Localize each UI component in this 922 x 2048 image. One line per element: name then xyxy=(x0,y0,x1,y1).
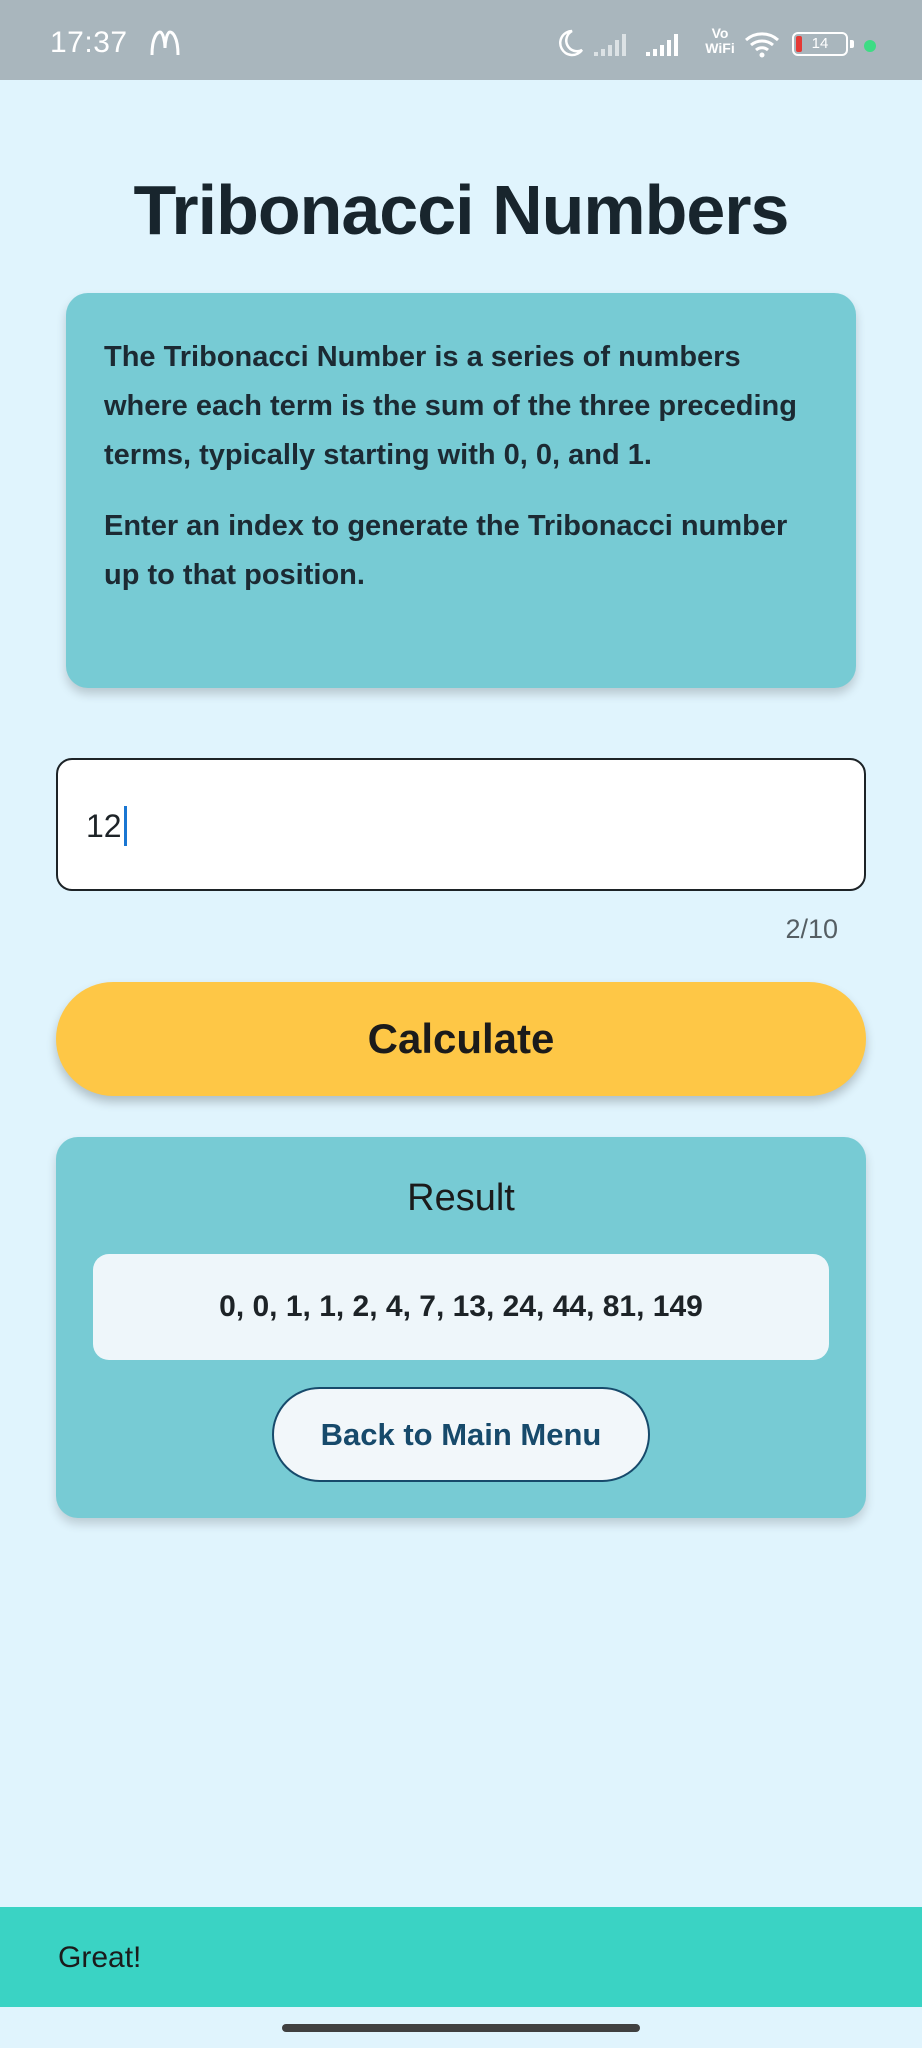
do-not-disturb-moon-icon xyxy=(556,28,584,63)
page-title: Tribonacci Numbers xyxy=(133,171,790,249)
mcdonalds-notification-icon xyxy=(150,30,180,61)
battery-icon: 14 xyxy=(792,32,854,56)
info-instruction: Enter an index to generate the Tribonacc… xyxy=(104,510,788,591)
wifi-icon xyxy=(744,30,780,63)
result-value: 0, 0, 1, 1, 2, 4, 7, 13, 24, 44, 81, 149 xyxy=(93,1254,829,1360)
home-indicator[interactable] xyxy=(282,2024,640,2032)
status-time: 17:37 xyxy=(50,26,128,59)
back-to-main-menu-button[interactable]: Back to Main Menu xyxy=(272,1387,650,1482)
signal-strength-1-icon xyxy=(594,34,636,61)
result-title: Result xyxy=(407,1177,515,1219)
info-card: The Tribonacci Number is a series of num… xyxy=(66,293,856,688)
calculate-button[interactable]: Calculate xyxy=(56,982,866,1096)
index-input[interactable]: 12 xyxy=(56,758,866,891)
character-counter: 2/10 xyxy=(785,914,838,944)
status-bar: 17:37 Vo WiFi 14 xyxy=(0,0,922,80)
info-description: The Tribonacci Number is a series of num… xyxy=(104,341,797,471)
text-cursor xyxy=(123,805,127,846)
snackbar: Great! xyxy=(0,1907,922,2007)
snackbar-message: Great! xyxy=(58,1941,142,1974)
index-input-value: 12 xyxy=(86,805,127,846)
privacy-indicator-dot-icon xyxy=(864,40,876,52)
result-card: Result 0, 0, 1, 1, 2, 4, 7, 13, 24, 44, … xyxy=(56,1137,866,1518)
vowifi-icon: Vo WiFi xyxy=(705,25,735,56)
signal-strength-2-icon xyxy=(646,34,688,61)
